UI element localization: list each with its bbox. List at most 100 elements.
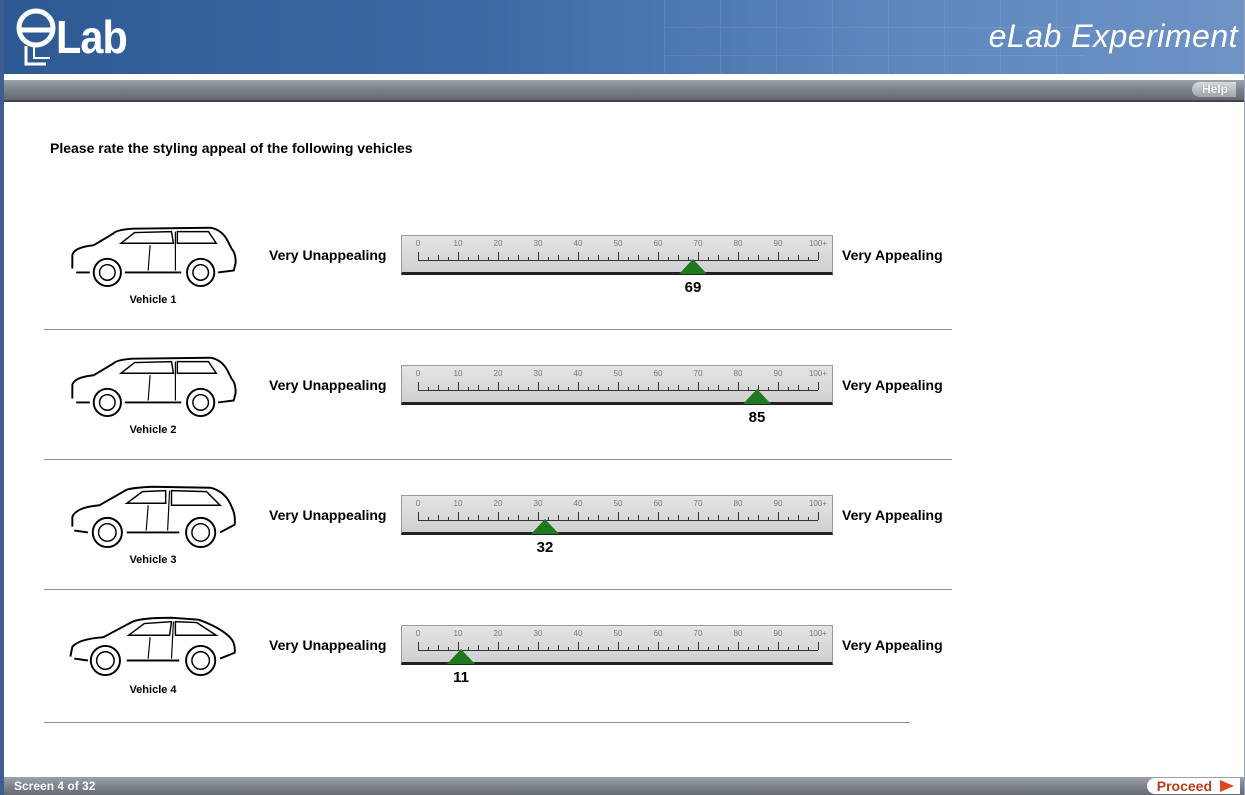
tick-label: 90 <box>773 369 783 378</box>
tick-mark <box>548 647 549 650</box>
tick-label: 60 <box>653 239 663 248</box>
tick-mark <box>568 517 569 520</box>
vehicle-label: Vehicle 3 <box>129 554 177 566</box>
rating-slider[interactable]: 0 10 20 30 40 50 60 70 80 90 100+ 32 <box>401 495 833 556</box>
rating-slider[interactable]: 0 10 20 30 40 50 60 70 80 90 100+ 11 <box>401 625 833 686</box>
tick-mark <box>588 647 589 650</box>
tick-mark <box>668 647 669 650</box>
tick-mark <box>808 257 809 260</box>
tick-mark <box>578 252 579 260</box>
tick-mark <box>588 257 589 260</box>
tick-mark <box>538 252 539 260</box>
tick-label: 40 <box>573 369 583 378</box>
tick-mark <box>508 647 509 650</box>
tick-mark <box>618 642 619 650</box>
slider-thumb[interactable] <box>447 649 475 664</box>
tick-mark <box>718 645 719 650</box>
tick-mark <box>498 642 499 650</box>
tick-label: 80 <box>733 239 743 248</box>
scale-right-label: Very Appealing <box>842 377 943 393</box>
tick-mark <box>568 387 569 390</box>
vehicle-row: Vehicle 3 Very Unappealing 0 10 20 30 40 50 60 70… <box>44 460 952 590</box>
tick-mark <box>558 385 559 390</box>
tick-mark <box>718 255 719 260</box>
tick-mark <box>438 385 439 390</box>
tick-label: 60 <box>653 499 663 508</box>
scale-left-label: Very Unappealing <box>269 507 387 523</box>
tick-mark <box>798 385 799 390</box>
help-button[interactable]: Help <box>1191 82 1236 97</box>
tick-mark <box>758 255 759 260</box>
tick-mark <box>478 515 479 520</box>
tick-mark <box>738 642 739 650</box>
tick-mark <box>818 642 819 650</box>
tick-mark <box>558 645 559 650</box>
tick-mark <box>748 647 749 650</box>
tick-mark <box>528 647 529 650</box>
tick-mark <box>428 257 429 260</box>
tick-mark <box>498 382 499 390</box>
tick-mark <box>638 645 639 650</box>
tick-label: 70 <box>693 629 703 638</box>
slider-thumb[interactable] <box>531 519 559 534</box>
tick-mark <box>698 512 699 520</box>
proceed-button[interactable]: Proceed <box>1146 778 1240 794</box>
tick-mark <box>728 517 729 520</box>
tick-label: 0 <box>415 499 421 508</box>
tick-mark <box>808 387 809 390</box>
scale-right-label: Very Appealing <box>842 507 943 523</box>
tick-mark <box>638 515 639 520</box>
rating-slider[interactable]: 0 10 20 30 40 50 60 70 80 90 100+ 69 <box>401 235 833 296</box>
tick-mark <box>708 257 709 260</box>
tick-mark <box>678 645 679 650</box>
tick-mark <box>748 257 749 260</box>
tick-label: 30 <box>533 499 543 508</box>
tick-mark <box>538 382 539 390</box>
tick-mark <box>658 512 659 520</box>
slider-track[interactable]: 0 10 20 30 40 50 60 70 80 90 100+ <box>401 495 833 535</box>
slider-value: 69 <box>684 279 702 296</box>
tick-mark <box>738 252 739 260</box>
tick-mark <box>628 387 629 390</box>
tick-label: 50 <box>613 499 623 508</box>
tick-mark <box>708 517 709 520</box>
app-header: Lab eLab Experiment <box>4 0 1244 74</box>
tick-mark <box>528 257 529 260</box>
tick-mark <box>508 387 509 390</box>
tick-mark <box>808 517 809 520</box>
tick-mark <box>628 517 629 520</box>
tick-mark <box>768 257 769 260</box>
tick-mark <box>588 517 589 520</box>
slider-axis <box>418 520 818 521</box>
slider-thumb[interactable] <box>743 389 771 404</box>
vehicle-row: Vehicle 4 Very Unappealing 0 10 20 30 40 50 60 70… <box>44 590 952 720</box>
tick-label: 90 <box>773 239 783 248</box>
tick-mark <box>568 647 569 650</box>
tick-mark <box>418 252 419 260</box>
tick-mark <box>698 642 699 650</box>
slider-axis <box>418 260 818 261</box>
suv-icon <box>71 356 237 418</box>
tick-mark <box>518 255 519 260</box>
sedan-icon <box>69 616 236 677</box>
tick-mark <box>818 382 819 390</box>
tick-mark <box>618 382 619 390</box>
tick-mark <box>608 517 609 520</box>
tick-mark <box>778 642 779 650</box>
tick-mark <box>548 387 549 390</box>
tick-mark <box>578 512 579 520</box>
tick-mark <box>438 645 439 650</box>
tick-mark <box>788 257 789 260</box>
tick-mark <box>788 647 789 650</box>
tick-label: 70 <box>693 239 703 248</box>
tick-mark <box>708 387 709 390</box>
tick-mark <box>508 257 509 260</box>
tick-label: 30 <box>533 239 543 248</box>
tick-mark <box>498 512 499 520</box>
tick-label: 60 <box>653 629 663 638</box>
tick-label: 0 <box>415 629 421 638</box>
rating-slider[interactable]: 0 10 20 30 40 50 60 70 80 90 100+ 85 <box>401 365 833 426</box>
slider-track[interactable]: 0 10 20 30 40 50 60 70 80 90 100+ <box>401 235 833 275</box>
slider-thumb[interactable] <box>679 259 707 274</box>
tick-mark <box>428 387 429 390</box>
